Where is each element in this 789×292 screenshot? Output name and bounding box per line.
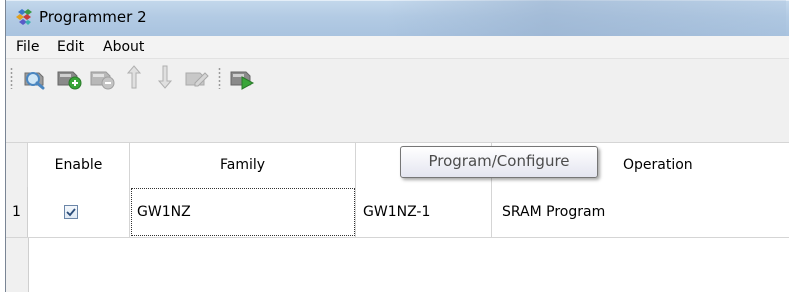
device-cell[interactable]: GW1NZ-1 — [356, 187, 492, 237]
menu-edit[interactable]: Edit — [57, 39, 84, 55]
move-down-icon[interactable] — [151, 63, 179, 91]
enable-checkbox[interactable] — [64, 205, 78, 219]
scan-device-icon[interactable] — [21, 63, 49, 91]
menu-about[interactable]: About — [103, 39, 144, 55]
remove-device-icon[interactable] — [88, 63, 116, 91]
row-number[interactable]: 1 — [6, 187, 28, 237]
operation-cell[interactable]: SRAM Program — [492, 187, 789, 237]
programmer-window: Programmer 2 File Edit About Enable Fami… — [5, 0, 789, 292]
column-header-enable[interactable]: Enable — [28, 143, 130, 187]
menu-file[interactable]: File — [16, 39, 39, 55]
menu-bar: File Edit About — [6, 36, 789, 59]
edit-config-icon[interactable] — [183, 63, 211, 91]
program-configure-tooltip: Program/Configure — [400, 146, 598, 178]
column-header-family[interactable]: Family — [130, 143, 356, 187]
corner-cell — [6, 143, 28, 187]
toolbar — [6, 59, 789, 95]
toolbar-grip[interactable] — [10, 67, 13, 89]
toolbar-separator — [218, 67, 221, 89]
title-bar-glass — [386, 0, 786, 36]
move-up-icon[interactable] — [120, 63, 148, 91]
title-bar[interactable]: Programmer 2 — [6, 0, 789, 36]
program-configure-icon[interactable] — [228, 63, 256, 91]
table-header: Enable Family Device Operation — [6, 142, 789, 188]
window-title: Programmer 2 — [39, 8, 147, 26]
app-icon[interactable] — [14, 7, 34, 27]
family-cell[interactable]: GW1NZ — [130, 187, 356, 237]
enable-cell[interactable] — [28, 187, 130, 237]
table-row[interactable]: 1 GW1NZ GW1NZ-1 SRAM Program — [6, 187, 789, 238]
add-device-icon[interactable] — [55, 63, 83, 91]
